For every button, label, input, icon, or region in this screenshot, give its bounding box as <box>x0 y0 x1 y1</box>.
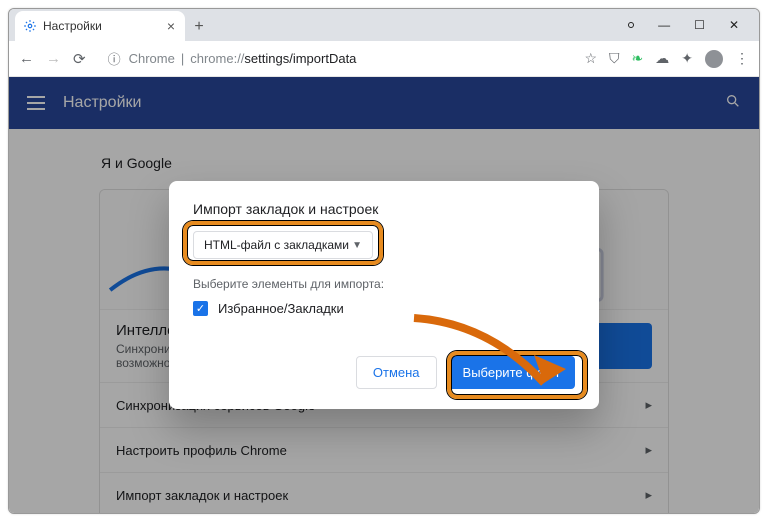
forward-button: → <box>46 50 61 67</box>
url-host: chrome:// <box>190 51 244 66</box>
browser-window: Настройки × + — ☐ ✕ ← → ⟳ ⓘ Chrome | chr… <box>8 8 760 514</box>
dialog-hint: Выберите элементы для импорта: <box>193 277 575 291</box>
url-path: settings/importData <box>244 51 356 66</box>
maximize-button[interactable]: ☐ <box>694 18 705 32</box>
site-info-icon[interactable]: ⓘ <box>108 49 121 68</box>
gear-icon <box>23 19 37 33</box>
kebab-menu-icon[interactable]: ⋮ <box>735 50 749 67</box>
extension-icons: ☆ ⛉ ❧ ☁ ✦ ⋮ <box>584 50 749 68</box>
profile-avatar[interactable] <box>705 50 723 68</box>
tab-title: Настройки <box>43 19 102 33</box>
account-dot-icon[interactable] <box>628 22 634 28</box>
window-controls: — ☐ ✕ <box>628 9 759 41</box>
close-tab-icon[interactable]: × <box>167 19 175 33</box>
import-dialog: Импорт закладок и настроек HTML-файл с з… <box>169 181 599 409</box>
reload-button[interactable]: ⟳ <box>73 50 86 68</box>
dialog-title: Импорт закладок и настроек <box>193 201 575 217</box>
select-value: HTML-файл с закладками <box>204 238 349 252</box>
minimize-button[interactable]: — <box>658 18 670 32</box>
address-bar[interactable]: ⓘ Chrome | chrome:// settings/importData <box>98 49 573 68</box>
new-tab-button[interactable]: + <box>185 13 213 41</box>
choose-file-button[interactable]: Выберите файл <box>447 356 575 389</box>
checkbox-checked-icon[interactable]: ✓ <box>193 301 208 316</box>
back-button[interactable]: ← <box>19 50 34 67</box>
browser-tab[interactable]: Настройки × <box>15 11 185 41</box>
chevron-down-icon: ▼ <box>352 240 362 251</box>
star-icon[interactable]: ☆ <box>584 50 597 67</box>
titlebar: Настройки × + — ☐ ✕ <box>9 9 759 41</box>
modal-scrim[interactable]: Импорт закладок и настроек HTML-файл с з… <box>9 77 759 513</box>
cancel-button[interactable]: Отмена <box>356 356 437 389</box>
puzzle-icon[interactable]: ✦ <box>681 50 693 67</box>
content-area: Настройки Я и Google Интелле <box>9 77 759 513</box>
toolbar: ← → ⟳ ⓘ Chrome | chrome:// settings/impo… <box>9 41 759 77</box>
url-scheme: Chrome <box>129 51 175 66</box>
close-window-button[interactable]: ✕ <box>729 18 739 32</box>
bookmarks-checkbox-row[interactable]: ✓ Избранное/Закладки <box>193 301 575 316</box>
source-select[interactable]: HTML-файл с закладками ▼ <box>193 231 373 259</box>
shield-icon[interactable]: ⛉ <box>609 50 620 67</box>
evernote-icon[interactable]: ❧ <box>632 50 644 67</box>
checkbox-label: Избранное/Закладки <box>218 301 344 316</box>
cloud-icon[interactable]: ☁ <box>655 50 669 67</box>
